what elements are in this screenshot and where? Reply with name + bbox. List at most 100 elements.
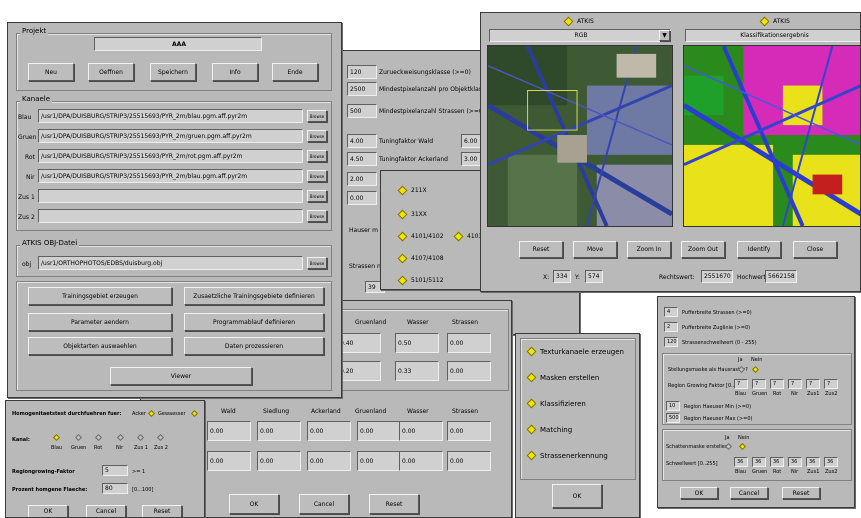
homog-ok-button[interactable]: OK: [28, 505, 68, 517]
kanal-blau-radio[interactable]: [52, 433, 61, 442]
factor-b-siedlung[interactable]: 0.00: [257, 451, 301, 471]
viewer-zoom-in-button[interactable]: Zoom In: [627, 241, 671, 258]
rg-zus1-field[interactable]: 7: [806, 379, 820, 389]
neu-button[interactable]: Neu: [28, 63, 74, 81]
ok-button[interactable]: OK: [229, 494, 279, 514]
code-4101-radio[interactable]: [397, 231, 408, 242]
left-atkis-toggle[interactable]: [563, 16, 574, 27]
min-pixels-field[interactable]: 2500: [347, 82, 377, 96]
speichern-button[interactable]: Speichern: [150, 63, 196, 81]
viewer-button[interactable]: Viewer: [110, 367, 252, 385]
code-4107-radio[interactable]: [397, 253, 408, 264]
factor-a-ackerland[interactable]: 0.00: [307, 421, 351, 441]
daten-prozessieren-button[interactable]: Daten prozessieren: [184, 337, 324, 355]
obj-browse-button[interactable]: Browse: [307, 257, 327, 269]
factor-a-strassen[interactable]: 0.00: [447, 421, 491, 441]
factor-a-gruenland[interactable]: 0.00: [357, 421, 401, 441]
rg-gruen-field[interactable]: 7: [752, 379, 766, 389]
obj-file-field[interactable]: /usr1/ORTHOPHOTOS/EDBS/duisburg.obj: [38, 256, 303, 270]
rg-blau-field[interactable]: 7: [734, 379, 748, 389]
rg-factor-field[interactable]: 5: [102, 465, 128, 476]
road-reset-button[interactable]: Reset: [782, 487, 820, 499]
kanal-zus1-radio[interactable]: [136, 433, 145, 442]
percent-homog-field[interactable]: 80: [102, 483, 128, 494]
factor-a-wasser[interactable]: 0.00: [399, 421, 443, 441]
factor-top-strassen[interactable]: 0.00: [447, 333, 491, 353]
left-select-arrow-icon[interactable]: ▼: [659, 30, 670, 41]
gewaesser-radio[interactable]: [190, 409, 199, 418]
code-31xx-radio[interactable]: [397, 209, 408, 220]
oeffnen-button[interactable]: Oeffnen: [88, 63, 134, 81]
trainingsgebiet-button[interactable]: Trainingsgebiet erzeugen: [28, 287, 172, 305]
channel-rot-browse-button[interactable]: Browse: [307, 150, 327, 162]
factor-mid-wasser[interactable]: 0.33: [395, 361, 439, 381]
channel-zus2-browse-button[interactable]: Browse: [307, 210, 327, 222]
info-button[interactable]: Info: [212, 63, 258, 81]
factor-top-wasser[interactable]: 0.50: [395, 333, 439, 353]
zusaetzliche-trainingsgebiete-button[interactable]: Zusaetzliche Trainingsgebiete definieren: [184, 287, 324, 305]
train-buffer-field[interactable]: 2: [664, 322, 678, 332]
factor-b-wald[interactable]: 0.00: [207, 451, 251, 471]
channel-blau-field[interactable]: /usr1/DPA/DUISBURG/STRIP3/25515693/PYR_2…: [38, 109, 303, 123]
factor-b-wasser[interactable]: 0.00: [399, 451, 443, 471]
acker-radio[interactable]: [147, 409, 156, 418]
code-211x-radio[interactable]: [397, 185, 408, 196]
factor-mid-strassen[interactable]: 0.00: [447, 361, 491, 381]
programmablauf-button[interactable]: Programmablauf definieren: [184, 313, 324, 331]
rgb-aerial-image[interactable]: [487, 45, 673, 227]
y-coord-field[interactable]: 574: [585, 270, 603, 283]
objektarten-button[interactable]: Objektarten auswaehlen: [28, 337, 172, 355]
factor-b-ackerland[interactable]: 0.00: [307, 451, 351, 471]
house-max-field[interactable]: 500: [666, 413, 680, 423]
sw-zus2-field[interactable]: 36: [824, 457, 838, 467]
cancel-button[interactable]: Cancel: [299, 494, 349, 514]
viewer-reset-button[interactable]: Reset: [519, 241, 563, 258]
road-buffer-field[interactable]: 4: [664, 307, 678, 317]
channel-nir-browse-button[interactable]: Browse: [307, 170, 327, 182]
rg-rot-field[interactable]: 7: [770, 379, 784, 389]
sw-zus1-field[interactable]: 36: [806, 457, 820, 467]
kanal-gruen-radio[interactable]: [74, 433, 83, 442]
channel-zus1-browse-button[interactable]: Browse: [307, 190, 327, 202]
viewer-identify-button[interactable]: Identify: [737, 241, 781, 258]
channel-rot-field[interactable]: /usr1/DPA/DUISBURG/STRIP3/25515693/PYR_2…: [38, 149, 303, 163]
channel-zus2-field[interactable]: [38, 209, 303, 223]
project-name-field[interactable]: AAA: [94, 37, 262, 51]
right-atkis-toggle[interactable]: [759, 16, 770, 27]
road-cancel-button[interactable]: Cancel: [730, 487, 768, 499]
factor-b-gruenland[interactable]: 0.00: [357, 451, 401, 471]
rg-nir-field[interactable]: 7: [788, 379, 802, 389]
homog-cancel-button[interactable]: Cancel: [86, 505, 126, 517]
parameter-aendern-button[interactable]: Parameter aendern: [28, 313, 172, 331]
sw-blau-field[interactable]: 36: [734, 457, 748, 467]
tuning-field-3[interactable]: 2.00: [347, 172, 377, 186]
channel-zus1-field[interactable]: [38, 189, 303, 203]
reject-class-field[interactable]: 120: [347, 65, 377, 79]
steps-ok-button[interactable]: OK: [552, 484, 602, 508]
code-4103-radio[interactable]: [453, 231, 464, 242]
tuning-acker-field[interactable]: 4.50: [347, 152, 377, 166]
channel-nir-field[interactable]: /usr1/DPA/DUISBURG/STRIP3/25515693/PYR_2…: [38, 169, 303, 183]
code-5101-radio[interactable]: [397, 275, 408, 286]
factor-top-gruenland[interactable]: 0.40: [337, 333, 381, 353]
ende-button[interactable]: Ende: [272, 63, 318, 81]
channel-gruen-browse-button[interactable]: Browse: [307, 130, 327, 142]
kanal-nir-radio[interactable]: [116, 433, 125, 442]
classification-image[interactable]: [683, 45, 861, 227]
rg-zus2-field[interactable]: 7: [824, 379, 838, 389]
factor-b-strassen[interactable]: 0.00: [447, 451, 491, 471]
channel-blau-browse-button[interactable]: Browse: [307, 110, 327, 122]
x-coord-field[interactable]: 334: [553, 270, 571, 283]
sw-gruen-field[interactable]: 36: [752, 457, 766, 467]
kanal-rot-radio[interactable]: [94, 433, 103, 442]
factor-a-wald[interactable]: 0.00: [207, 421, 251, 441]
tuning-wald-field[interactable]: 4.00: [347, 134, 377, 148]
factor-a-siedlung[interactable]: 0.00: [257, 421, 301, 441]
left-image-select[interactable]: RGB: [489, 29, 671, 42]
tuning-field-4[interactable]: 0.00: [347, 191, 377, 205]
sw-rot-field[interactable]: 36: [770, 457, 784, 467]
homog-reset-button[interactable]: Reset: [142, 505, 182, 517]
right-image-select[interactable]: Klassifikationsergebnis: [685, 29, 860, 42]
reset-button[interactable]: Reset: [369, 494, 419, 514]
viewer-close-button[interactable]: Close: [793, 241, 837, 258]
